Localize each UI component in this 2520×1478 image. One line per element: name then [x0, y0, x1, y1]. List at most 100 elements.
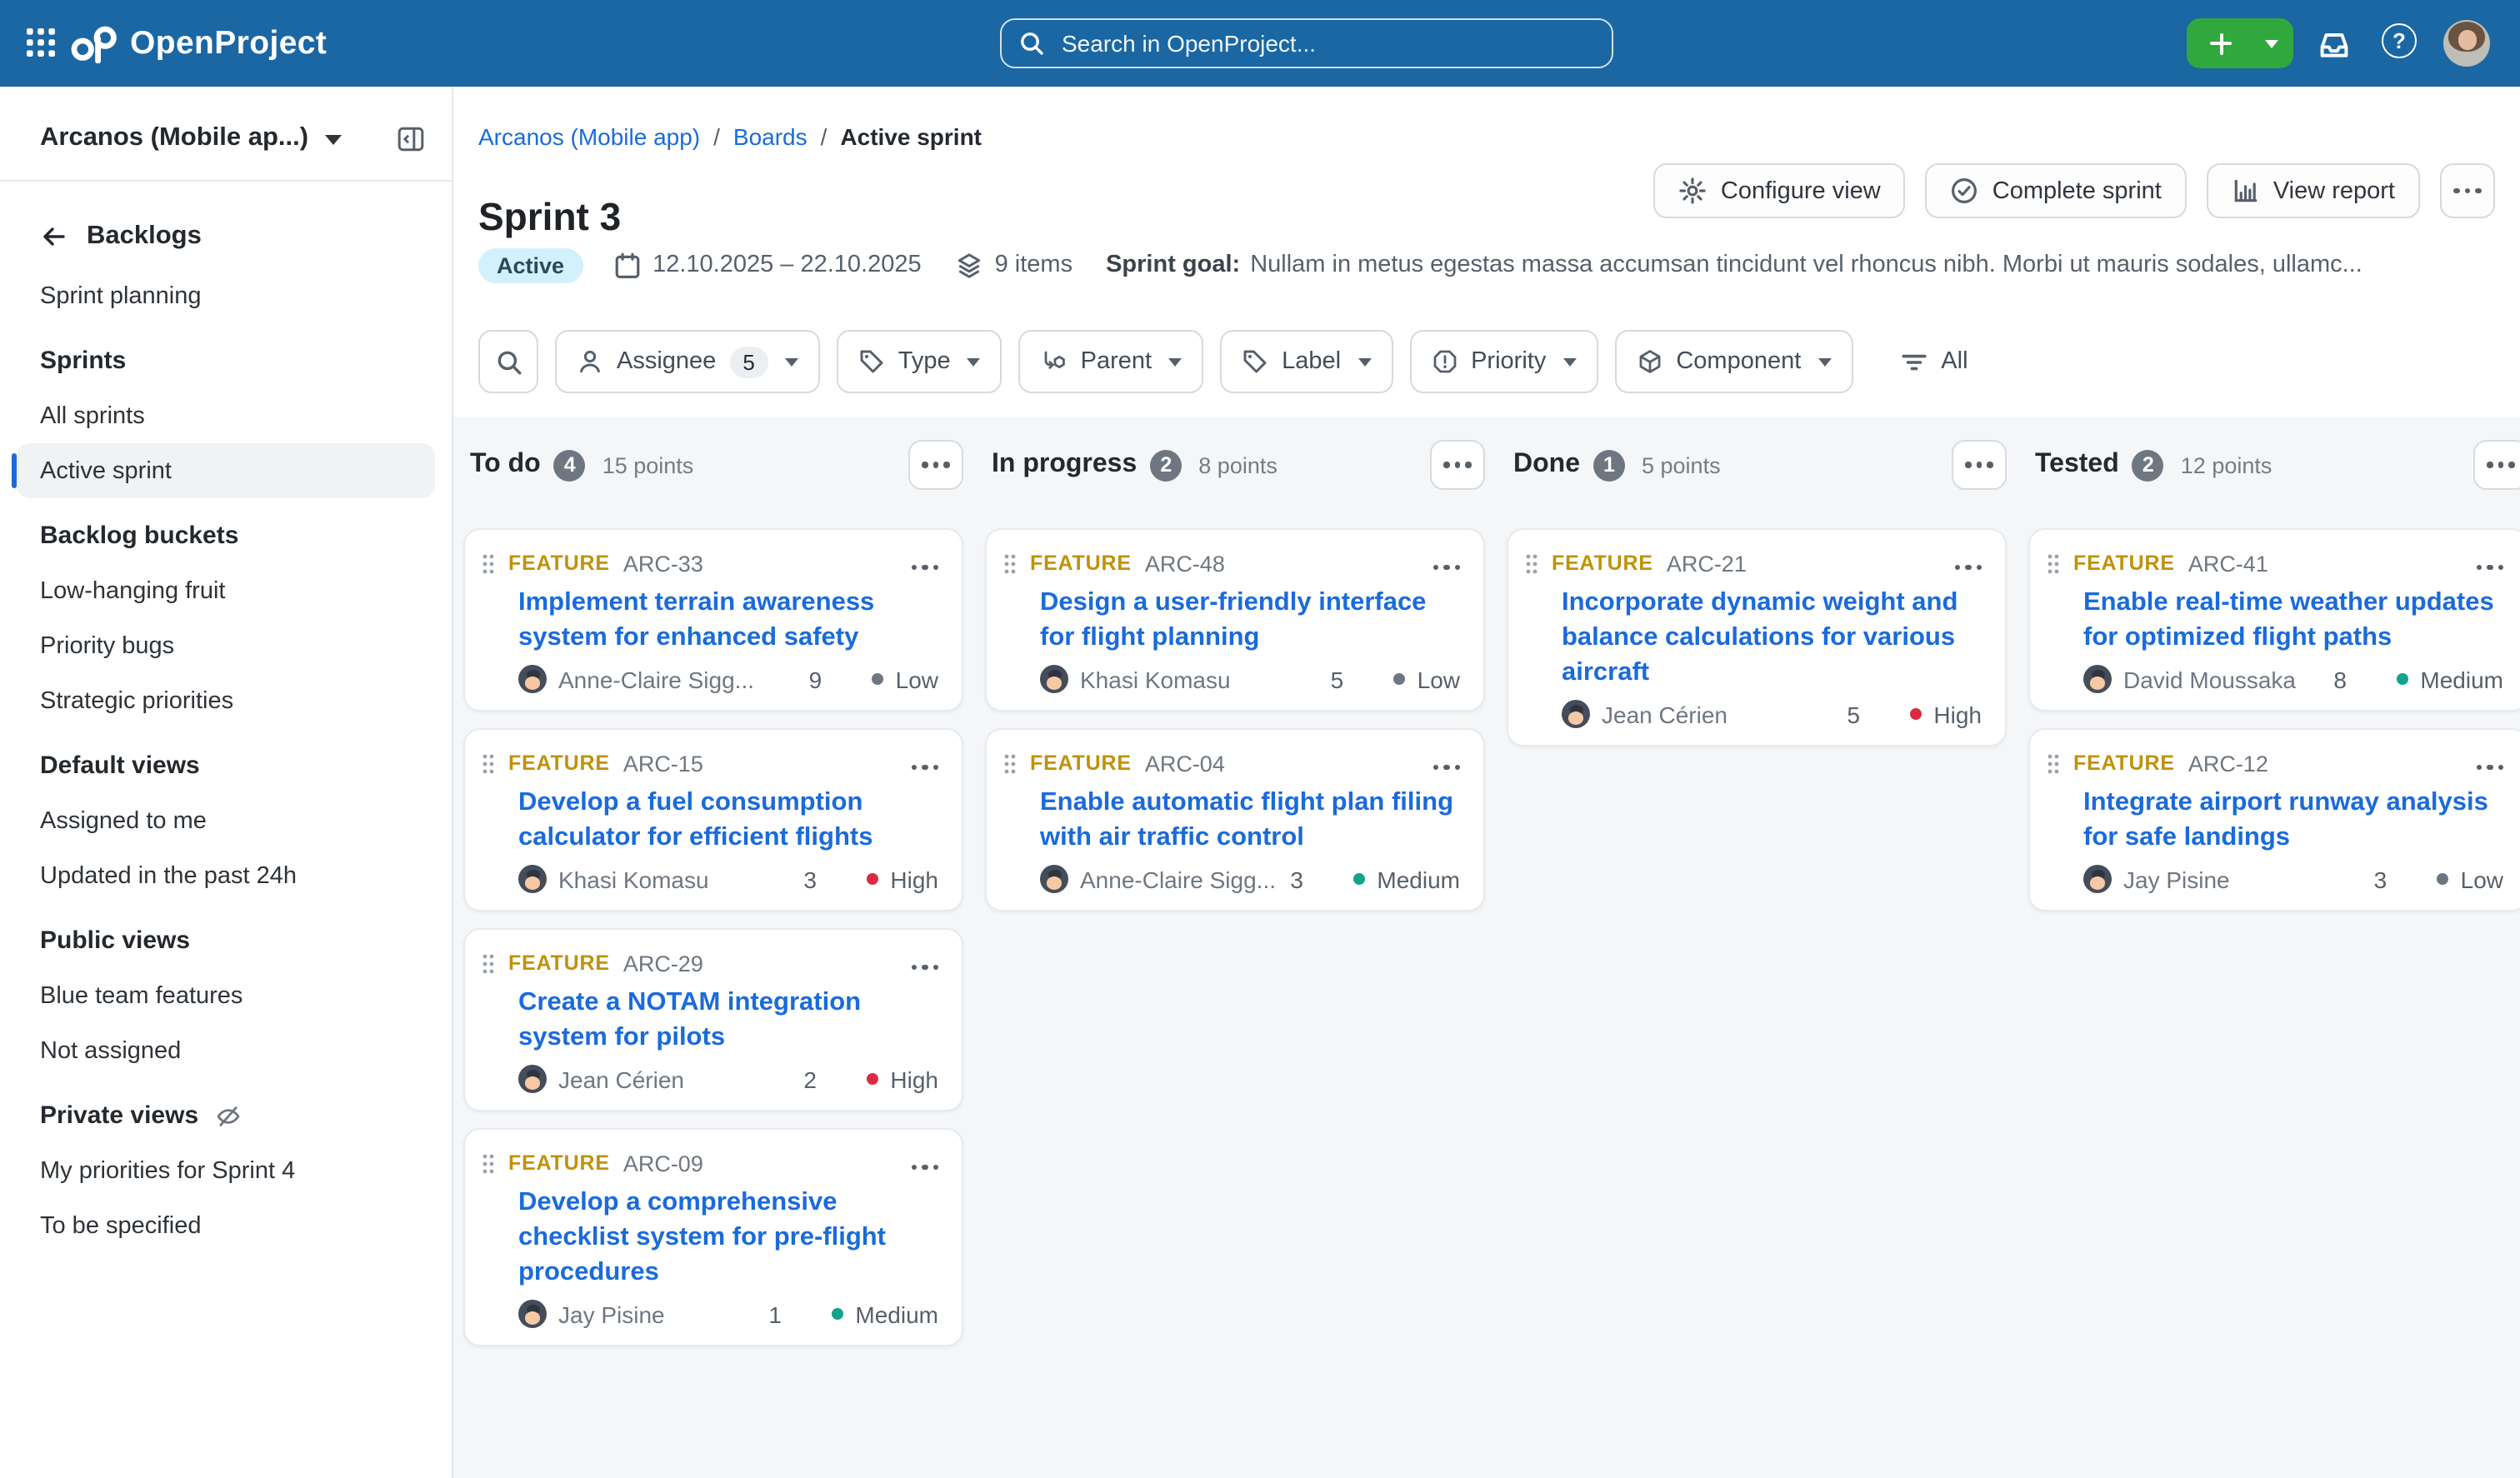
- card-menu-button[interactable]: [2476, 548, 2503, 578]
- work-package-card[interactable]: FEATURE ARC-41 Enable real-time weather …: [2028, 528, 2520, 712]
- app-grid-icon[interactable]: [27, 28, 57, 58]
- assignee-avatar: [2083, 865, 2112, 893]
- sidebar-item-low-hanging-fruit[interactable]: Low-hanging fruit: [0, 563, 452, 618]
- work-package-card[interactable]: FEATURE ARC-29 Create a NOTAM integratio…: [463, 928, 963, 1111]
- priority-badge: Low: [872, 666, 938, 692]
- collapse-sidebar-icon[interactable]: [397, 124, 425, 152]
- filter-assignee[interactable]: Assignee 5: [555, 330, 820, 393]
- sidebar-item-updated-past-24h[interactable]: Updated in the past 24h: [0, 848, 452, 903]
- more-icon: [1432, 564, 1460, 570]
- drag-handle-icon[interactable]: [1003, 552, 1017, 574]
- priority-label: Low: [2461, 866, 2503, 892]
- column-menu-button[interactable]: [1430, 440, 1485, 490]
- view-report-button[interactable]: View report: [2207, 163, 2420, 218]
- work-package-title-link[interactable]: Enable real-time weather updates for opt…: [2083, 585, 2503, 655]
- alert-octagon-icon: [1431, 348, 1458, 375]
- drag-handle-icon[interactable]: [1525, 552, 1538, 574]
- openproject-logo[interactable]: OpenProject: [70, 25, 327, 63]
- column-header: Tested 2 12 points: [2028, 442, 2520, 488]
- header-more-button[interactable]: [2440, 163, 2495, 218]
- drag-handle-icon[interactable]: [482, 1152, 495, 1174]
- column-menu-button[interactable]: [2473, 440, 2520, 490]
- help-icon[interactable]: ?: [2382, 23, 2417, 58]
- drag-handle-icon[interactable]: [2047, 752, 2060, 774]
- filter-label[interactable]: Label: [1220, 330, 1392, 393]
- chevron-down-icon: [785, 357, 798, 366]
- card-menu-button[interactable]: [911, 548, 938, 578]
- work-package-title-link[interactable]: Integrate airport runway analysis for sa…: [2083, 785, 2503, 855]
- work-package-card[interactable]: FEATURE ARC-09 Develop a comprehensive c…: [463, 1128, 963, 1346]
- sidebar-back-backlogs[interactable]: Backlogs: [0, 182, 452, 268]
- work-package-card[interactable]: FEATURE ARC-04 Enable automatic flight p…: [985, 728, 1485, 911]
- sidebar-item-priority-bugs[interactable]: Priority bugs: [0, 618, 452, 673]
- sidebar: Arcanos (Mobile ap...) Backlogs Sprint p…: [0, 87, 453, 1478]
- breadcrumb-project-link[interactable]: Arcanos (Mobile app): [478, 123, 700, 150]
- work-package-title-link[interactable]: Implement terrain awareness system for e…: [518, 585, 938, 655]
- chevron-down-icon: [2265, 39, 2278, 47]
- search-input[interactable]: [1058, 28, 1595, 58]
- sidebar-item-my-priorities-sprint4[interactable]: My priorities for Sprint 4: [0, 1143, 452, 1198]
- filter-priority[interactable]: Priority: [1409, 330, 1598, 393]
- card-menu-button[interactable]: [2476, 748, 2503, 778]
- drag-handle-icon[interactable]: [482, 752, 495, 774]
- priority-dot-icon: [867, 873, 878, 885]
- sidebar-item-all-sprints[interactable]: All sprints: [0, 388, 452, 443]
- assignee-avatar: [1040, 865, 1068, 893]
- configure-view-button[interactable]: Configure view: [1654, 163, 1906, 218]
- project-switcher[interactable]: Arcanos (Mobile ap...): [0, 87, 452, 153]
- work-package-card[interactable]: FEATURE ARC-48 Design a user-friendly in…: [985, 528, 1485, 712]
- board-search-button[interactable]: [478, 330, 538, 393]
- drag-handle-icon[interactable]: [482, 552, 495, 574]
- sidebar-item-assigned-to-me[interactable]: Assigned to me: [0, 793, 452, 848]
- work-package-title-link[interactable]: Incorporate dynamic weight and balance c…: [1562, 585, 1982, 690]
- inbox-icon[interactable]: [2317, 27, 2352, 62]
- drag-handle-icon[interactable]: [1003, 752, 1017, 774]
- work-package-title-link[interactable]: Create a NOTAM integration system for pi…: [518, 985, 938, 1055]
- sidebar-item-to-be-specified[interactable]: To be specified: [0, 1198, 452, 1253]
- story-points: 3: [803, 866, 867, 892]
- sidebar-item-blue-team-features[interactable]: Blue team features: [0, 968, 452, 1023]
- plus-icon: [2210, 32, 2232, 54]
- card-menu-button[interactable]: [1432, 548, 1460, 578]
- card-menu-button[interactable]: [911, 1148, 938, 1178]
- sidebar-item-not-assigned[interactable]: Not assigned: [0, 1023, 452, 1078]
- work-package-card[interactable]: FEATURE ARC-21 Incorporate dynamic weigh…: [1507, 528, 2007, 746]
- work-package-title-link[interactable]: Enable automatic flight plan filing with…: [1040, 785, 1460, 855]
- work-package-type: FEATURE: [508, 552, 610, 575]
- filter-assignee-label: Assignee: [617, 348, 716, 375]
- sidebar-item-sprint-planning[interactable]: Sprint planning: [0, 268, 452, 323]
- work-package-title-link[interactable]: Develop a comprehensive checklist system…: [518, 1185, 938, 1290]
- drag-handle-icon[interactable]: [2047, 552, 2060, 574]
- filter-type[interactable]: Type: [837, 330, 1002, 393]
- global-search[interactable]: [1000, 18, 1613, 68]
- board-column-tested: Tested 2 12 points FEATURE ARC-41 Enable…: [2028, 442, 2520, 1478]
- filter-parent[interactable]: Parent: [1019, 330, 1203, 393]
- work-package-title-link[interactable]: Design a user-friendly interface for fli…: [1040, 585, 1460, 655]
- column-points: 12 points: [2181, 452, 2272, 477]
- breadcrumb-boards-link[interactable]: Boards: [733, 123, 808, 150]
- filter-component[interactable]: Component: [1614, 330, 1852, 393]
- global-add-button[interactable]: [2187, 18, 2293, 68]
- sidebar-item-strategic-priorities[interactable]: Strategic priorities: [0, 673, 452, 728]
- complete-sprint-button[interactable]: Complete sprint: [1926, 163, 2187, 218]
- filter-all-toggle[interactable]: All: [1899, 347, 1968, 376]
- filter-all-label: All: [1941, 348, 1968, 375]
- column-menu-button[interactable]: [1952, 440, 2007, 490]
- drag-handle-icon[interactable]: [482, 952, 495, 974]
- card-menu-button[interactable]: [1432, 748, 1460, 778]
- sidebar-item-active-sprint[interactable]: Active sprint: [17, 443, 435, 498]
- card-menu-button[interactable]: [911, 748, 938, 778]
- work-package-title-link[interactable]: Develop a fuel consumption calculator fo…: [518, 785, 938, 855]
- card-menu-button[interactable]: [911, 948, 938, 978]
- column-name: Tested: [2035, 450, 2119, 480]
- work-package-card[interactable]: FEATURE ARC-15 Develop a fuel consumptio…: [463, 728, 963, 911]
- date-range-text: 12.10.2025 – 22.10.2025: [652, 252, 922, 278]
- work-package-id: ARC-15: [623, 751, 703, 776]
- user-avatar[interactable]: [2443, 20, 2490, 67]
- work-package-card[interactable]: FEATURE ARC-33 Implement terrain awarene…: [463, 528, 963, 712]
- assignee-name: David Moussaka: [2123, 666, 2296, 692]
- column-menu-button[interactable]: [908, 440, 963, 490]
- story-points: 5: [1847, 701, 1910, 727]
- card-menu-button[interactable]: [1954, 548, 1982, 578]
- work-package-card[interactable]: FEATURE ARC-12 Integrate airport runway …: [2028, 728, 2520, 911]
